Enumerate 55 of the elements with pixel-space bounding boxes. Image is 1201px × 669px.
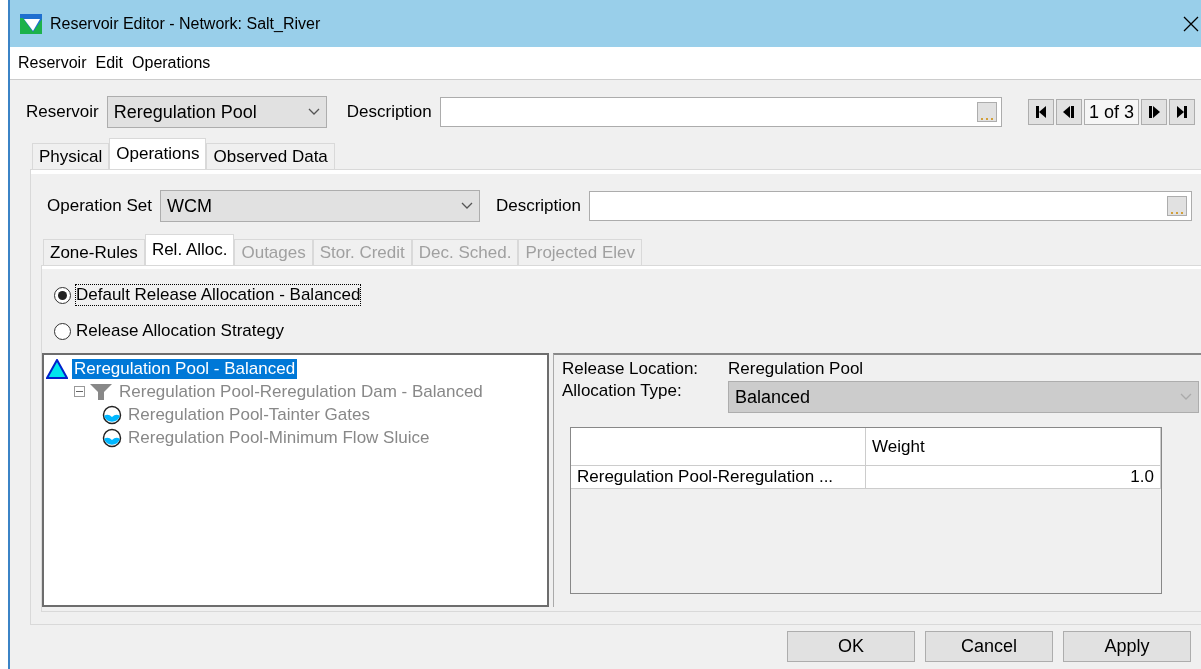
table-cell: 1.0 [866,466,1161,489]
tree-item[interactable]: Reregulation Pool-Reregulation Dam - Balanced [117,381,485,402]
next-icon [1148,105,1160,119]
tab[interactable]: Rel. Alloc. [144,234,235,265]
first-button[interactable] [1027,99,1054,125]
dialog-button[interactable]: Apply [1063,631,1191,662]
radio-button[interactable] [54,286,71,304]
table-cell: Reregulation Pool-Reregulation ... [571,466,866,489]
operation-set-dropdown[interactable]: WCM [159,190,480,222]
last-icon [1176,105,1188,119]
next-button[interactable] [1141,99,1167,125]
field-label: Description [495,196,581,216]
app-icon [20,13,42,34]
menu-item[interactable]: Reservoir [18,54,87,72]
description-field[interactable] [588,191,1192,221]
gauge-icon [102,404,122,425]
caret-icon [460,202,473,210]
reservoir-dropdown[interactable]: Reregulation Pool [106,96,327,128]
close-icon[interactable] [1183,15,1199,32]
field-label: Description [346,102,432,122]
tab[interactable]: Physical [32,143,110,169]
collapse-toggle[interactable] [74,386,85,397]
last-button[interactable] [1169,99,1195,125]
field-label: Release Location: [562,359,700,379]
funnel-icon [89,382,113,401]
dialog-button[interactable]: OK [787,631,915,662]
radio-label[interactable]: Default Release Allocation - Balanced [76,285,361,305]
field-label: Reservoir [26,102,99,122]
release-location: Reregulation Pool [728,359,864,379]
column-header: Weight [866,428,1161,466]
tab[interactable]: Operations [109,138,207,169]
first-icon [1034,105,1047,119]
field-label: Allocation Type: [562,381,683,401]
radio-button[interactable] [54,322,71,340]
caret-icon [307,108,320,116]
ellipsis-icon [1170,211,1184,215]
description-field[interactable] [439,97,1002,127]
previous-button[interactable] [1055,99,1082,125]
field-label: Operation Set [47,196,152,216]
tree-item[interactable]: Reregulation Pool-Minimum Flow Sluice [126,427,432,448]
ellipsis-icon [979,117,994,121]
window-title: Reservoir Editor - Network: Salt_River [50,14,322,33]
menu-item[interactable]: Edit [95,54,124,72]
menu-item[interactable]: Operations [132,54,211,72]
tree-item[interactable]: Reregulation Pool-Tainter Gates [126,404,372,425]
triangle-icon [46,358,68,379]
previous-icon [1062,105,1075,119]
tab[interactable]: Zone-Rules [43,239,145,265]
radio-label[interactable]: Release Allocation Strategy [76,321,284,341]
dialog-button[interactable]: Cancel [925,631,1053,662]
record-counter[interactable]: 1 of 3 [1083,99,1139,125]
caret-icon [1180,393,1192,401]
gauge-icon [102,427,122,448]
tab[interactable]: Observed Data [206,143,335,169]
tree-item[interactable]: Reregulation Pool - Balanced [72,358,298,379]
